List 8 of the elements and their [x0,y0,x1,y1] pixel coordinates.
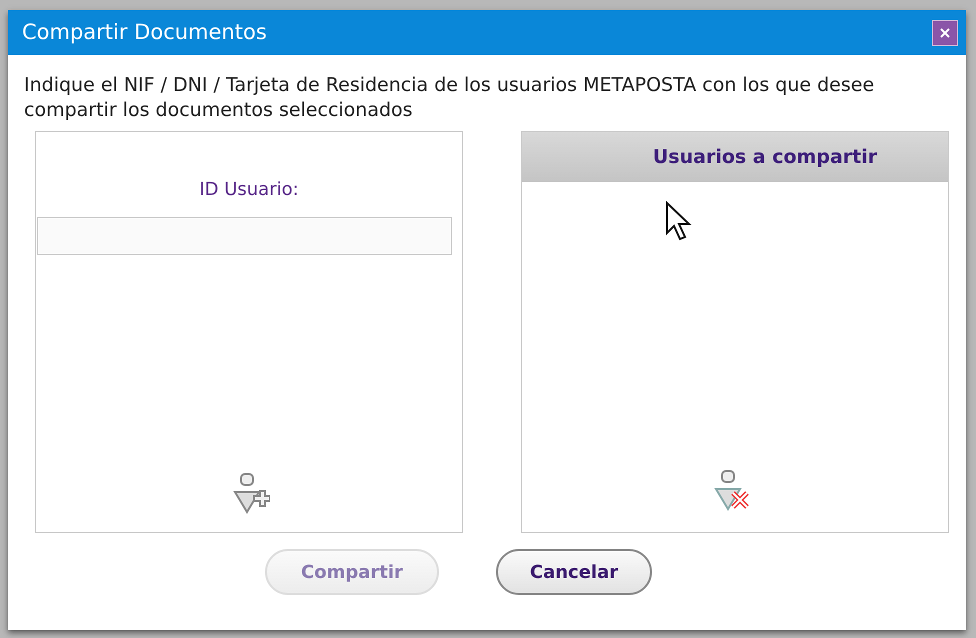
input-field[interactable] [37,217,452,255]
dialog-button[interactable]: Cancelar [496,549,652,595]
field-label: ID Usuario: [199,178,299,202]
close-button[interactable] [932,20,958,46]
panel-header-text: Usuarios a compartir [652,144,878,170]
instructions-text: Indique el NIF / DNI / Tarjeta de Residencia de los usuarios METAPOSTA con los que desee compartir los documentos seleccionados [24,73,876,123]
close-icon [939,26,951,38]
window-title: Compartir Documentos [22,18,267,46]
